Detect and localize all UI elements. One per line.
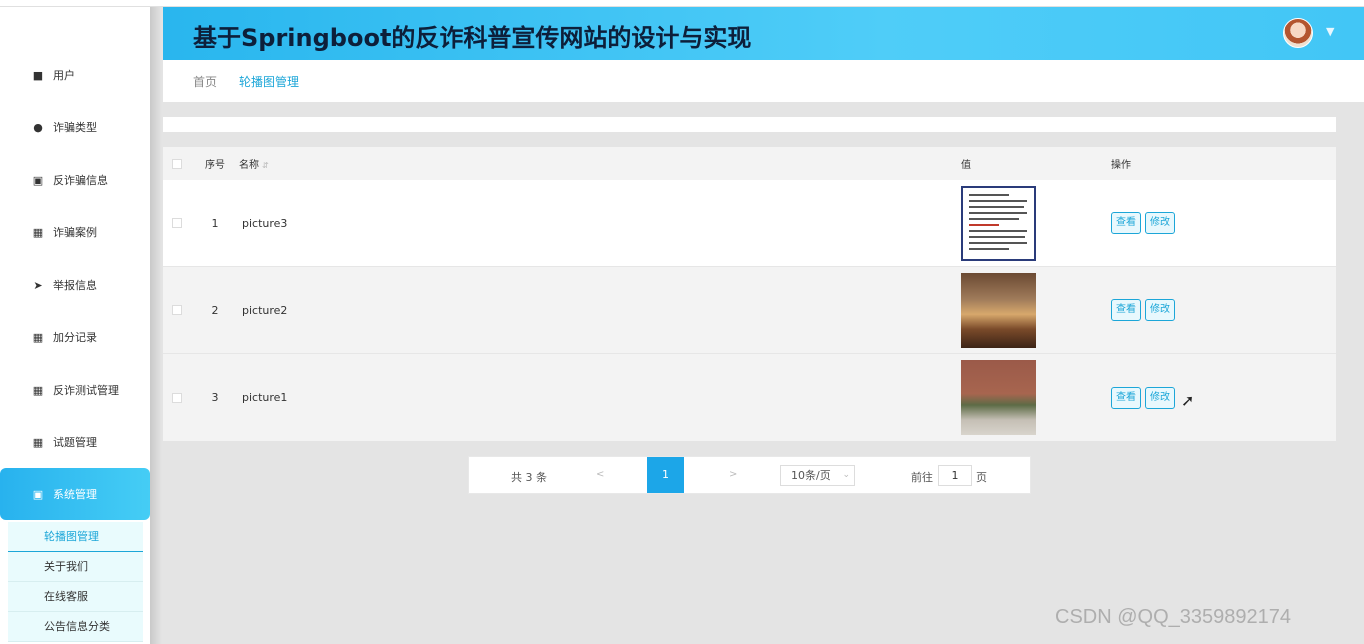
chevron-down-icon[interactable]: ▼: [1326, 25, 1334, 38]
submenu-item-online-service[interactable]: 在线客服: [8, 582, 143, 612]
edit-button[interactable]: 修改: [1145, 212, 1175, 234]
sidebar-item-label: 加分记录: [53, 331, 97, 344]
mouse-cursor-icon: ➚: [1181, 391, 1195, 410]
edit-button[interactable]: 修改: [1145, 386, 1175, 409]
view-button[interactable]: 查看: [1111, 212, 1141, 234]
submenu-item-about[interactable]: 关于我们: [8, 552, 143, 582]
prev-page-button[interactable]: <: [596, 469, 604, 480]
clipboard-check-icon: ▣: [32, 487, 44, 501]
sidebar-item-system[interactable]: ▣ 系统管理: [0, 468, 150, 520]
row-name: picture3: [242, 216, 288, 230]
grid-icon: ▦: [32, 330, 44, 344]
breadcrumb-home[interactable]: 首页: [193, 73, 217, 90]
column-header-name[interactable]: 名称 ⇵: [239, 156, 961, 171]
row-checkbox[interactable]: [172, 218, 182, 228]
location-pin-icon: ●: [33, 120, 43, 134]
sidebar-item-label: 用户: [53, 69, 75, 82]
campus-building-thumbnail[interactable]: [961, 360, 1036, 435]
row-index: 1: [211, 216, 219, 230]
row-name: picture2: [242, 303, 288, 317]
monitor-icon: ■: [32, 68, 44, 82]
sidebar-item-label: 反诈测试管理: [53, 384, 119, 397]
document-poster-thumbnail[interactable]: [961, 185, 1036, 261]
page-title: 基于Springboot的反诈科普宣传网站的设计与实现: [193, 24, 752, 52]
avatar[interactable]: [1283, 18, 1313, 48]
view-button[interactable]: 查看: [1111, 386, 1141, 409]
column-header-value: 值: [961, 160, 971, 171]
carousel-table: 序号 名称 ⇵ 值 操作 1 picture3 查看 修改 2 picture2…: [163, 147, 1336, 441]
sidebar: ■ 用户 ● 诈骗类型 ▣ 反诈骗信息 ▦ 诈骗案例 ➤ 举报信息 ▦ 加分记录 ▦ 反诈测试…: [0, 7, 150, 644]
sidebar-item-label: 诈骗类型: [53, 121, 97, 134]
paper-plane-icon: ➤: [33, 278, 43, 292]
column-header-action: 操作: [1111, 160, 1131, 171]
system-submenu: 轮播图管理 关于我们 在线客服 公告信息分类: [8, 522, 143, 642]
page-size-value: 10条/页: [791, 469, 831, 482]
row-index: 3: [211, 391, 219, 404]
row-index: 2: [211, 303, 219, 317]
sidebar-item-users[interactable]: ■ 用户: [0, 49, 150, 101]
select-all-checkbox[interactable]: [172, 158, 182, 169]
view-button[interactable]: 查看: [1111, 299, 1141, 321]
table-row: 2 picture2 查看 修改: [163, 267, 1336, 354]
submenu-item-notice-category[interactable]: 公告信息分类: [8, 612, 143, 642]
page-button-current[interactable]: 1: [647, 457, 684, 493]
goto-label: 前往: [911, 471, 933, 484]
goto-unit: 页: [976, 471, 987, 484]
sort-icon[interactable]: ⇵: [262, 161, 269, 170]
top-strip: [0, 0, 1364, 7]
breadcrumb: 首页 轮播图管理: [163, 60, 1364, 102]
sidebar-item-fraud-type[interactable]: ● 诈骗类型: [0, 101, 150, 153]
search-bar: [163, 117, 1336, 132]
table-header: 序号 名称 ⇵ 值 操作: [163, 147, 1336, 180]
page-size-select[interactable]: 10条/页 ⌄: [780, 465, 855, 486]
sidebar-item-label: 诈骗案例: [53, 226, 97, 239]
sidebar-item-label: 反诈骗信息: [53, 174, 108, 187]
classroom-interior-thumbnail[interactable]: [961, 272, 1036, 348]
sidebar-item-points[interactable]: ▦ 加分记录: [0, 311, 150, 363]
column-header-index: 序号: [205, 160, 225, 171]
table-row: 3 picture1 查看 修改: [163, 354, 1336, 441]
pagination-total: 共 3 条: [511, 471, 547, 484]
chevron-down-icon: ⌄: [842, 470, 850, 480]
sidebar-item-label: 举报信息: [53, 279, 97, 292]
sidebar-divider: [150, 7, 162, 644]
column-header-name-label: 名称: [239, 160, 259, 171]
sidebar-item-anti-fraud-info[interactable]: ▣ 反诈骗信息: [0, 154, 150, 206]
breadcrumb-current: 轮播图管理: [239, 74, 300, 89]
row-checkbox[interactable]: [172, 392, 182, 403]
submenu-item-carousel[interactable]: 轮播图管理: [8, 522, 143, 552]
next-page-button[interactable]: >: [729, 469, 737, 480]
grid-icon: ▦: [32, 383, 44, 397]
pagination: 共 3 条 < 1 > 10条/页 ⌄ 前往 页: [468, 456, 1031, 494]
sidebar-item-label: 试题管理: [53, 436, 97, 449]
goto-page-input[interactable]: [938, 465, 972, 486]
row-checkbox[interactable]: [172, 305, 182, 315]
sidebar-item-questions[interactable]: ▦ 试题管理: [0, 416, 150, 468]
row-name: picture1: [242, 391, 288, 404]
sidebar-item-label: 系统管理: [53, 488, 97, 501]
table-row: 1 picture3 查看 修改: [163, 180, 1336, 267]
grid-icon: ▦: [32, 225, 44, 239]
header-bar: 基于Springboot的反诈科普宣传网站的设计与实现 ▼: [163, 7, 1364, 60]
edit-button[interactable]: 修改: [1145, 299, 1175, 321]
watermark: CSDN @QQ_3359892174: [1055, 606, 1291, 628]
clipboard-icon: ▣: [32, 173, 44, 187]
grid-icon: ▦: [32, 435, 44, 449]
sidebar-item-fraud-cases[interactable]: ▦ 诈骗案例: [0, 206, 150, 258]
sidebar-item-reports[interactable]: ➤ 举报信息: [0, 259, 150, 311]
sidebar-item-tests[interactable]: ▦ 反诈测试管理: [0, 364, 150, 416]
